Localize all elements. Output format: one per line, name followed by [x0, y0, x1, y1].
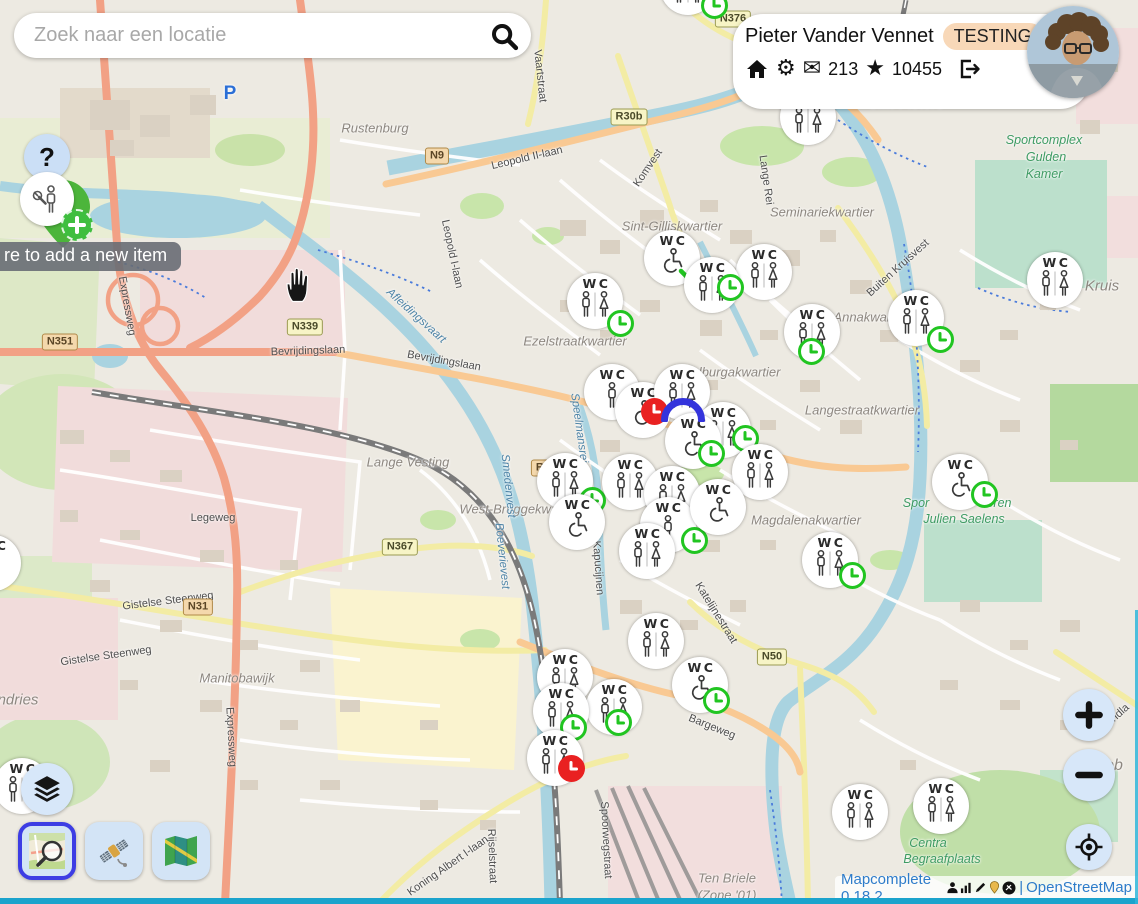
- osm-logo-icon[interactable]: [1002, 881, 1016, 895]
- edit-pencil-icon[interactable]: [974, 881, 987, 894]
- theme-pin-icon[interactable]: [988, 881, 1001, 894]
- hand-cursor: [282, 266, 316, 303]
- basemap-osm-button[interactable]: [18, 822, 76, 880]
- contributors-icon[interactable]: [946, 881, 959, 894]
- layers-button[interactable]: [21, 763, 73, 815]
- satellite-icon: [94, 831, 134, 871]
- geolocate-button[interactable]: [1066, 824, 1112, 870]
- layers-icon: [32, 774, 62, 804]
- messages-count: 213: [828, 59, 858, 80]
- folded-map-icon: [161, 831, 201, 871]
- osm-attribution-link[interactable]: OpenStreetMap: [1026, 879, 1132, 896]
- osm-carto-icon: [27, 831, 67, 871]
- plus-icon: [61, 209, 93, 241]
- attribution-bar: Mapcomplete 0.18.2 | OpenStreetMap: [835, 876, 1138, 899]
- basemap-map-button[interactable]: [152, 822, 210, 880]
- stars-count: 10455: [892, 59, 942, 80]
- logout-icon[interactable]: [957, 57, 981, 81]
- search-input[interactable]: [32, 23, 489, 48]
- zoom-out-button[interactable]: [1063, 749, 1115, 801]
- stats-icon[interactable]: [960, 881, 973, 894]
- settings-gear-icon[interactable]: ⚙: [776, 58, 796, 80]
- home-icon[interactable]: [745, 57, 769, 81]
- bottom-accent-bar: [0, 898, 1138, 904]
- attribution-separator: |: [1019, 879, 1023, 896]
- search-bar[interactable]: [14, 13, 531, 58]
- mapcomplete-app: RustenburgBrugge-Sint-PietersSportcomple…: [0, 0, 1138, 904]
- add-item-tooltip: re to add a new item: [0, 242, 181, 271]
- star-icon[interactable]: ★: [865, 58, 885, 80]
- zoom-in-button[interactable]: [1063, 689, 1115, 741]
- basemap-satellite-button[interactable]: [85, 822, 143, 880]
- user-avatar[interactable]: [1027, 6, 1119, 98]
- crosshair-icon: [1074, 832, 1104, 862]
- messages-envelope-icon[interactable]: ✉: [803, 58, 821, 80]
- plus-icon: [1073, 699, 1105, 731]
- user-name: Pieter Vander Vennet: [745, 25, 934, 48]
- search-icon[interactable]: [489, 21, 519, 51]
- basemap-style-bar: [18, 822, 210, 880]
- minus-icon: [1073, 759, 1105, 791]
